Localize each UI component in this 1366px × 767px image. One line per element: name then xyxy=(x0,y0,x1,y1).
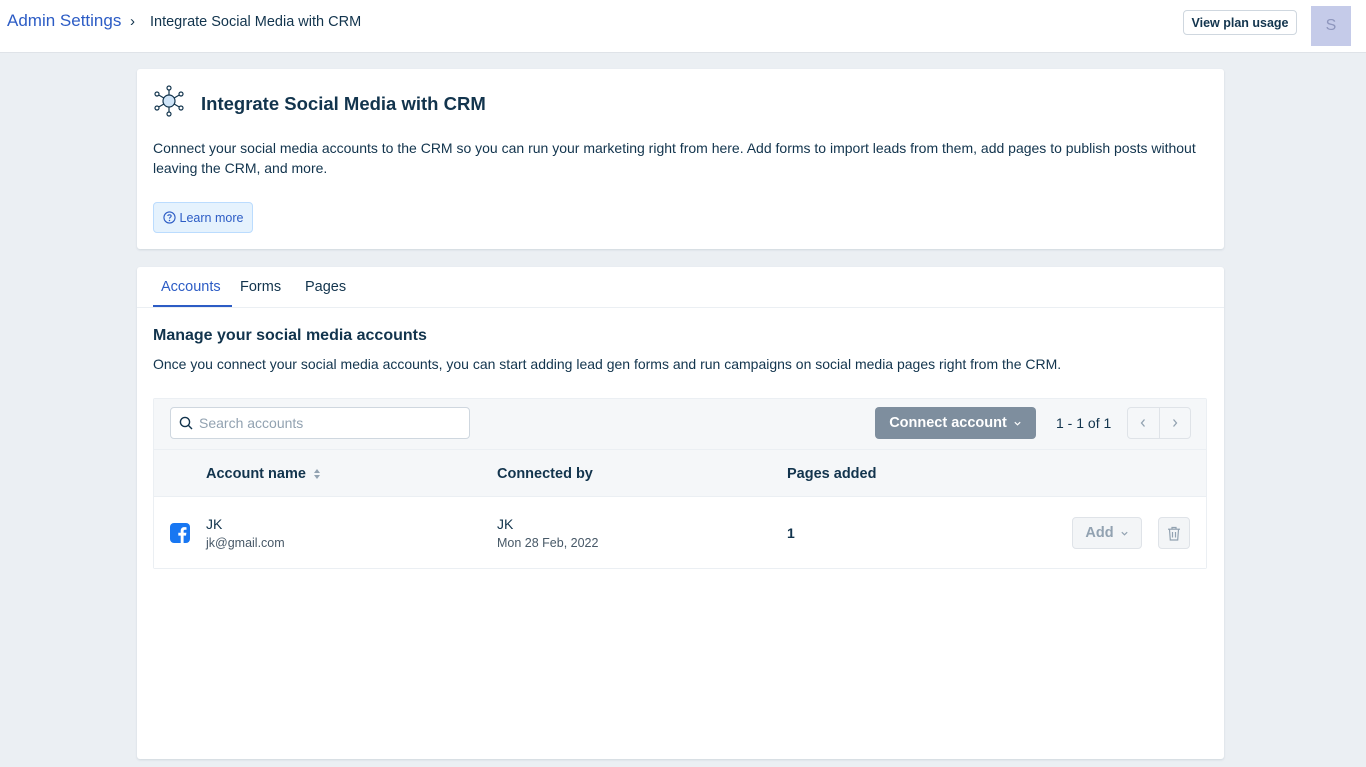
table-row: JK jk@gmail.com JK Mon 28 Feb, 2022 1 Ad… xyxy=(154,497,1206,568)
account-name: JK xyxy=(206,516,223,532)
pagination-controls xyxy=(1127,407,1191,439)
section-description: Once you connect your social media accou… xyxy=(153,356,1062,372)
tab-forms[interactable]: Forms xyxy=(240,279,281,295)
breadcrumb-current: Integrate Social Media with CRM xyxy=(150,14,362,30)
user-avatar[interactable]: S xyxy=(1311,6,1351,46)
network-hub-icon xyxy=(154,85,184,117)
chevron-left-icon xyxy=(1141,419,1146,427)
column-pages-added: Pages added xyxy=(787,466,877,482)
search-box xyxy=(170,407,470,439)
delete-account-button[interactable] xyxy=(1158,517,1190,549)
accounts-card: Accounts Forms Pages Manage your social … xyxy=(137,267,1224,759)
chevron-down-icon xyxy=(1120,531,1128,536)
connect-account-button[interactable]: Connect account xyxy=(875,407,1036,439)
column-account-name-label: Account name xyxy=(206,466,306,482)
intro-description: Connect your social media accounts to th… xyxy=(153,140,1196,176)
table-toolbar: Connect account 1 - 1 of 1 xyxy=(154,399,1206,449)
top-bar: Admin Settings › Integrate Social Media … xyxy=(0,0,1366,53)
connected-date: Mon 28 Feb, 2022 xyxy=(497,536,599,550)
breadcrumb-chevron-icon: › xyxy=(130,13,135,30)
account-email: jk@gmail.com xyxy=(206,536,285,550)
table-header: Account name Connected by Pages added xyxy=(154,449,1206,497)
pages-added-count: 1 xyxy=(787,525,795,541)
column-connected-by: Connected by xyxy=(497,466,593,482)
column-account-name[interactable]: Account name xyxy=(206,466,321,482)
help-circle-icon xyxy=(162,211,176,224)
previous-page-button[interactable] xyxy=(1128,408,1159,438)
learn-more-label: Learn more xyxy=(179,210,244,225)
view-plan-usage-button[interactable]: View plan usage xyxy=(1183,10,1297,35)
connected-by-name: JK xyxy=(497,516,514,532)
intro-title: Integrate Social Media with CRM xyxy=(201,93,486,114)
breadcrumb-admin-settings[interactable]: Admin Settings xyxy=(7,11,121,31)
active-tab-indicator xyxy=(153,305,232,307)
intro-card: Integrate Social Media with CRM Connect … xyxy=(137,69,1224,249)
chevron-down-icon xyxy=(1014,421,1021,426)
search-input[interactable] xyxy=(199,408,467,438)
trash-icon xyxy=(1168,526,1180,541)
sort-icon xyxy=(313,469,320,480)
add-label: Add xyxy=(1085,525,1114,541)
tab-bar: Accounts Forms Pages xyxy=(137,267,1224,308)
tab-pages[interactable]: Pages xyxy=(305,279,346,295)
tab-accounts[interactable]: Accounts xyxy=(161,279,221,295)
pagination-count: 1 - 1 of 1 xyxy=(1056,415,1112,431)
search-icon xyxy=(179,416,193,430)
connect-account-label: Connect account xyxy=(889,415,1007,431)
facebook-icon xyxy=(170,523,190,543)
learn-more-button[interactable]: Learn more xyxy=(153,202,253,233)
chevron-right-icon xyxy=(1172,419,1178,427)
section-title: Manage your social media accounts xyxy=(153,327,427,344)
accounts-table: Connect account 1 - 1 of 1 Account name xyxy=(153,398,1207,569)
add-page-button[interactable]: Add xyxy=(1072,517,1142,549)
next-page-button[interactable] xyxy=(1158,408,1190,438)
